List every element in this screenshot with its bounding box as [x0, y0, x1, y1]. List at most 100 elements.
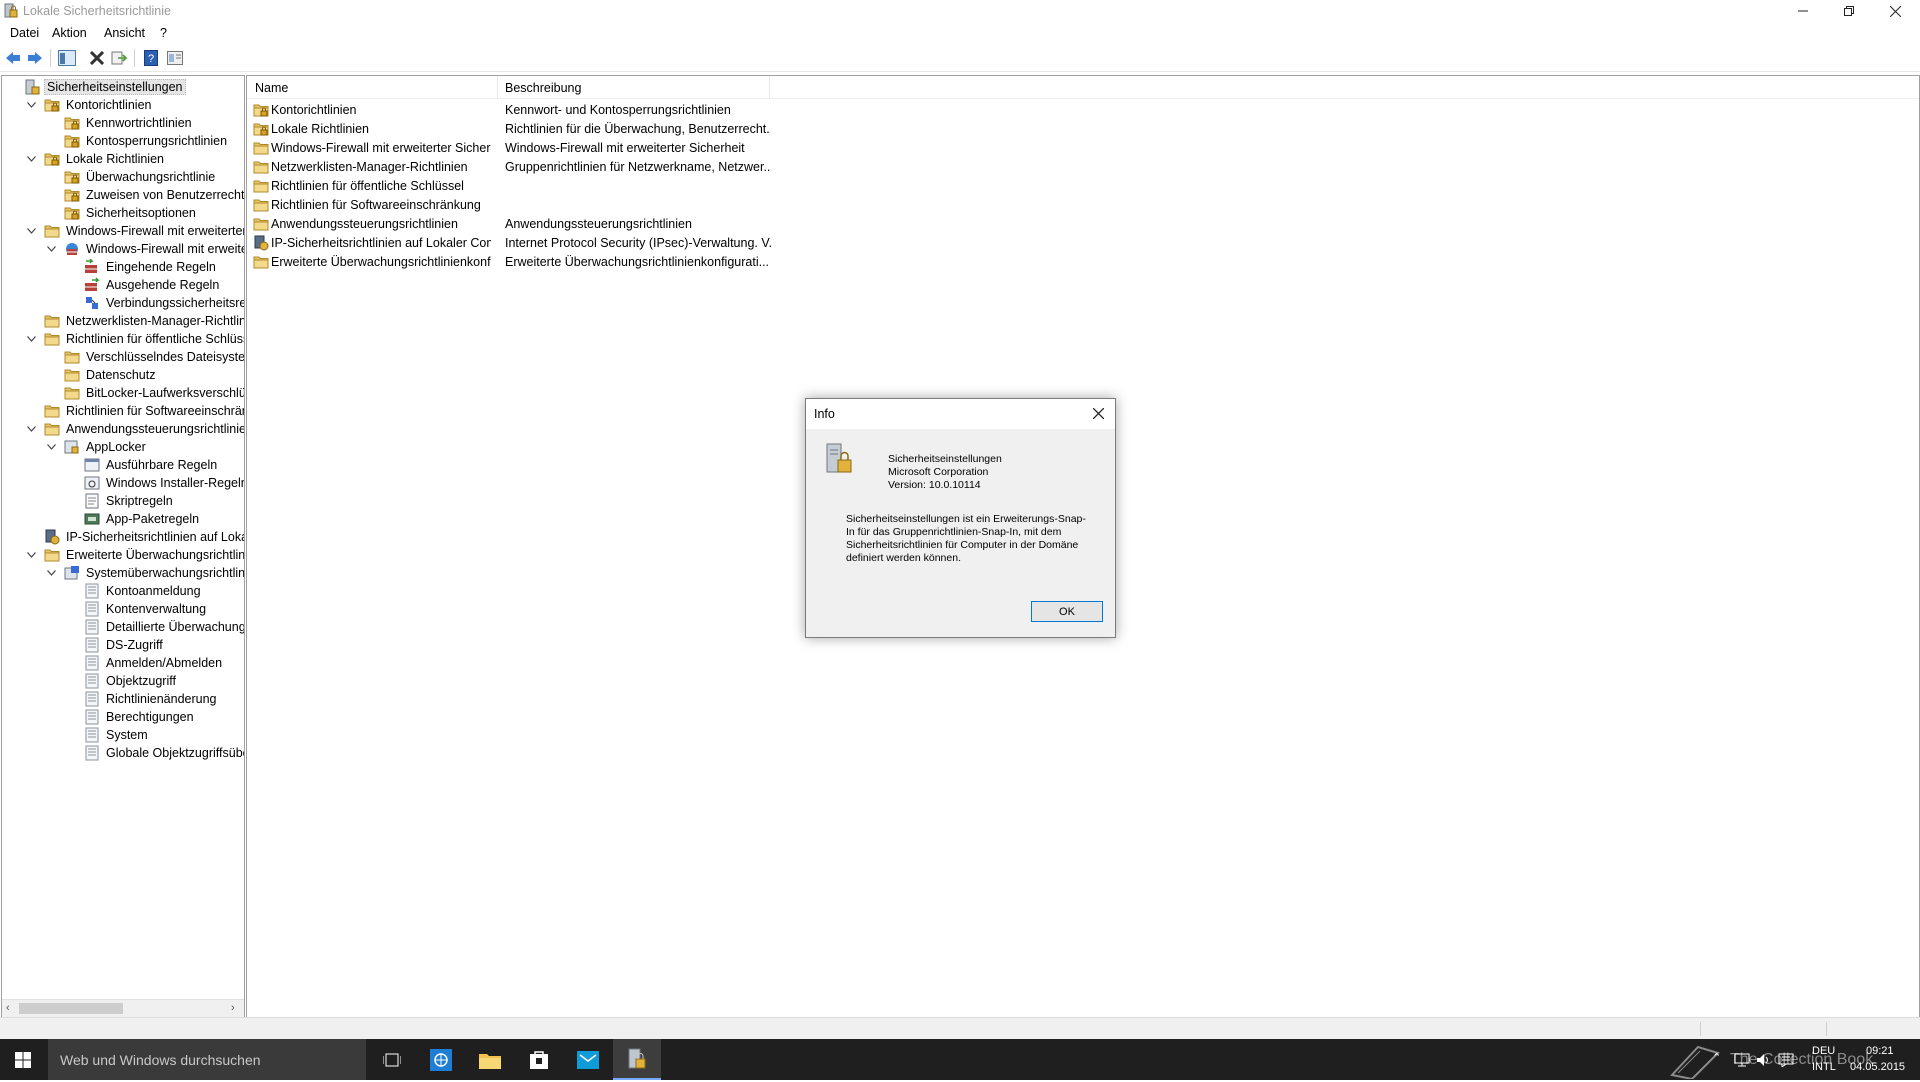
list-item[interactable]: Kontorichtlinien Kennwort- und Kontosperr…	[247, 100, 767, 119]
column-header-name[interactable]: Name	[255, 81, 288, 95]
column-separator[interactable]	[497, 76, 498, 98]
list-item[interactable]: IP-Sicherheitsrichtlinien auf Lokaler Co…	[247, 233, 771, 252]
tree-node[interactable]: Objektzugriff	[84, 672, 178, 690]
list-item[interactable]: Richtlinien für Softwareeinschränkung	[247, 195, 767, 214]
tree-node[interactable]: Kennwortrichtlinien	[64, 114, 194, 132]
menu-aktion[interactable]: Aktion	[52, 26, 87, 40]
taskbar-search-box[interactable]: Web und Windows durchsuchen	[48, 1039, 366, 1080]
chevron-down-icon[interactable]	[46, 442, 56, 452]
menu-help[interactable]: ?	[160, 26, 167, 40]
tree-node[interactable]: Skriptregeln	[84, 492, 175, 510]
tree-node[interactable]: Richtlinien für öffentliche Schlüssel	[26, 330, 244, 348]
tree-node[interactable]: Kontoanmeldung	[84, 582, 203, 600]
help-icon[interactable]: ?	[140, 47, 162, 69]
browser-icon[interactable]	[417, 1039, 465, 1080]
tree-node[interactable]: Kontorichtlinien	[26, 96, 153, 114]
scrollbar-thumb[interactable]	[19, 1003, 123, 1014]
minimize-icon[interactable]	[1780, 0, 1826, 22]
list-item[interactable]: Windows-Firewall mit erweiterter Sicherh…	[247, 138, 767, 157]
windows-start-icon[interactable]	[0, 1039, 46, 1080]
export-list-icon[interactable]	[108, 47, 130, 69]
mail-app-icon[interactable]	[564, 1039, 612, 1080]
scroll-left-icon[interactable]: ‹	[6, 1002, 10, 1014]
tree-node[interactable]: Sicherheitsoptionen	[64, 204, 198, 222]
tree-node[interactable]: Windows-Firewall mit erweiterter	[46, 240, 244, 258]
restore-icon[interactable]	[1826, 0, 1872, 22]
tree-node[interactable]: IP-Sicherheitsrichtlinien auf Lokaler C	[44, 528, 244, 546]
tree-node[interactable]: Zuweisen von Benutzerrechten	[64, 186, 244, 204]
store-icon[interactable]	[515, 1039, 563, 1080]
tree-node[interactable]: Verschlüsselndes Dateisystem	[64, 348, 244, 366]
chevron-down-icon[interactable]	[26, 154, 36, 164]
chevron-down-icon[interactable]	[26, 226, 36, 236]
security-policy-taskbar-icon[interactable]	[613, 1039, 661, 1080]
tree-node[interactable]: Globale Objektzugriffsüberwac	[84, 744, 244, 762]
task-view-icon[interactable]	[368, 1039, 416, 1080]
action-center-icon[interactable]	[1778, 1053, 1794, 1070]
delete-icon[interactable]	[86, 47, 108, 69]
clock-time[interactable]: 09:21	[1866, 1045, 1894, 1057]
chevron-down-icon[interactable]	[26, 550, 36, 560]
chevron-down-icon[interactable]	[46, 568, 56, 578]
column-header-description[interactable]: Beschreibung	[505, 81, 581, 95]
tree-node[interactable]: Richtlinienänderung	[84, 690, 219, 708]
tree-node[interactable]: Anmelden/Abmelden	[84, 654, 224, 672]
tree-node[interactable]: Eingehende Regeln	[84, 258, 218, 276]
properties-icon[interactable]	[164, 47, 186, 69]
list-item[interactable]: Lokale Richtlinien Richtlinien für die Üb…	[247, 119, 771, 138]
ok-button[interactable]: OK	[1031, 601, 1103, 622]
tree-node[interactable]: Erweiterte Überwachungsrichtlinienk	[26, 546, 244, 564]
tree-node[interactable]: Ausführbare Regeln	[84, 456, 219, 474]
scroll-right-icon[interactable]: ›	[231, 1002, 235, 1014]
input-language-top[interactable]: DEU	[1812, 1045, 1835, 1057]
list-item[interactable]: Netzwerklisten-Manager-Richtlinien Gruppe…	[247, 157, 771, 176]
tree-node[interactable]: Windows-Firewall mit erweiterter Sich	[26, 222, 244, 240]
back-arrow-icon[interactable]	[2, 47, 24, 69]
list-item[interactable]: Anwendungssteuerungsrichtlinien Anwendung…	[247, 214, 767, 233]
folder-icon	[253, 140, 269, 156]
tree-node[interactable]: Anwendungssteuerungsrichtlinien	[26, 420, 244, 438]
tree-node[interactable]: App-Paketregeln	[84, 510, 201, 528]
tree-pane[interactable]: Sicherheitseinstellungen Kontorichtlinien…	[1, 75, 245, 1018]
tree-node[interactable]: Kontenverwaltung	[84, 600, 208, 618]
chevron-down-icon[interactable]	[26, 334, 36, 344]
list-item[interactable]: Richtlinien für öffentliche Schlüssel	[247, 176, 767, 195]
close-icon[interactable]	[1872, 0, 1918, 22]
tree-node[interactable]: Lokale Richtlinien	[26, 150, 166, 168]
menu-datei[interactable]: Datei	[10, 26, 39, 40]
tree-node[interactable]: Sicherheitseinstellungen	[24, 78, 186, 96]
tree-node[interactable]: Kontosperrungsrichtlinien	[64, 132, 229, 150]
tree-node[interactable]: System	[84, 726, 150, 744]
forward-arrow-icon[interactable]	[24, 47, 46, 69]
tree-node[interactable]: Verbindungssicherheitsregeln	[84, 294, 244, 312]
input-language-bottom[interactable]: INTL	[1812, 1061, 1836, 1073]
tree-node-label: Windows-Firewall mit erweiterter	[86, 242, 244, 256]
show-hide-tree-icon[interactable]	[56, 47, 78, 69]
list-item[interactable]: Erweiterte Überwachungsrichtlinienkonfi.…	[247, 252, 769, 271]
tree-node[interactable]: Richtlinien für Softwareeinschränkung	[44, 402, 244, 420]
tree-node[interactable]: AppLocker	[46, 438, 148, 456]
tree-node[interactable]: BitLocker-Laufwerksverschlüsselu	[64, 384, 244, 402]
speaker-icon[interactable]	[1756, 1053, 1772, 1070]
network-icon[interactable]	[1734, 1053, 1750, 1070]
tree-node[interactable]: Windows Installer-Regeln	[84, 474, 244, 492]
chevron-down-icon[interactable]	[46, 244, 56, 254]
tree-node[interactable]: DS-Zugriff	[84, 636, 165, 654]
chevron-down-icon[interactable]	[26, 100, 36, 110]
file-explorer-icon[interactable]	[466, 1039, 514, 1080]
tree-node[interactable]: Überwachungsrichtlinie	[64, 168, 217, 186]
tree-node[interactable]: Berechtigungen	[84, 708, 196, 726]
list-item-name: Windows-Firewall mit erweiterter Sicherh…	[271, 140, 491, 155]
tree-node[interactable]: Netzwerklisten-Manager-Richtlinien	[44, 312, 244, 330]
dialog-close-icon[interactable]	[1087, 402, 1109, 424]
show-hidden-icons-icon[interactable]: ⌃	[1712, 1051, 1721, 1064]
column-separator[interactable]	[769, 76, 770, 98]
clock-date[interactable]: 04.05.2015	[1850, 1061, 1905, 1073]
tree-horizontal-scrollbar[interactable]: ‹ ›	[2, 999, 244, 1017]
menu-ansicht[interactable]: Ansicht	[104, 26, 145, 40]
chevron-down-icon[interactable]	[26, 424, 36, 434]
tree-node[interactable]: Ausgehende Regeln	[84, 276, 221, 294]
tree-node[interactable]: Systemüberwachungsrichtlinien -	[46, 564, 244, 582]
tree-node[interactable]: Detaillierte Überwachung	[84, 618, 244, 636]
tree-node[interactable]: Datenschutz	[64, 366, 157, 384]
